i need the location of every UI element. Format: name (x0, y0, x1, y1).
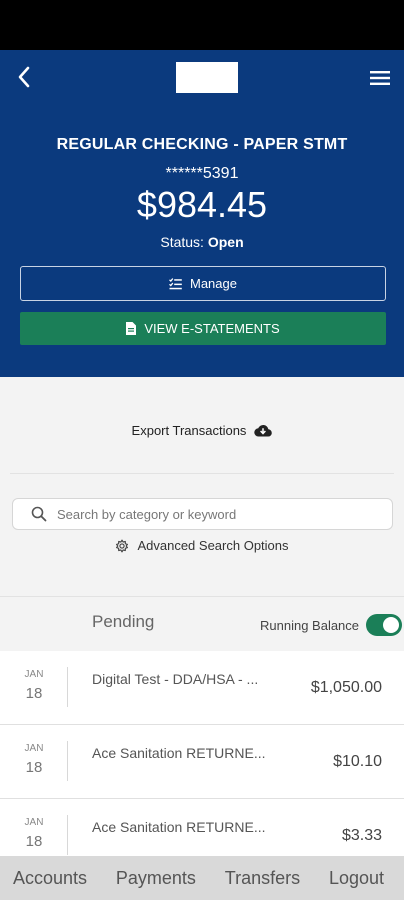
transaction-day: 18 (25, 759, 43, 776)
account-balance: $984.45 (136, 184, 268, 225)
gear-icon (116, 539, 129, 552)
transaction-description: Digital Test - DDA/HSA - ... (92, 671, 259, 687)
pending-section-header: Pending Running Balance (0, 596, 404, 650)
date-divider (67, 815, 68, 855)
search-icon (31, 506, 47, 522)
advanced-search-options-link[interactable]: Advanced Search Options (0, 538, 404, 553)
menu-button[interactable] (368, 66, 392, 90)
export-transactions-link[interactable]: Export Transactions (0, 423, 404, 438)
cloud-download-icon (254, 425, 273, 437)
manage-button[interactable]: Manage (20, 266, 386, 301)
nav-payments[interactable]: Payments (116, 868, 196, 889)
transaction-month: JAN (24, 817, 44, 828)
transaction-month: JAN (24, 669, 44, 680)
toggle-knob (383, 617, 399, 633)
bank-logo (176, 62, 238, 93)
account-number: ******5391 (165, 165, 239, 182)
manage-label: Manage (190, 276, 237, 291)
account-status: Status: Open (0, 234, 404, 250)
transaction-list: JAN 18 Digital Test - DDA/HSA - ... $1,0… (0, 651, 404, 873)
date-divider (67, 667, 68, 707)
pending-label: Pending (92, 612, 155, 631)
view-estatements-label: VIEW E-STATEMENTS (144, 321, 280, 336)
status-label: Status: (160, 234, 204, 250)
transaction-day: 18 (25, 685, 43, 702)
transaction-amount: $10.10 (333, 753, 382, 770)
date-divider (67, 741, 68, 781)
running-balance-toggle[interactable] (366, 614, 402, 636)
running-balance-label: Running Balance (260, 618, 360, 633)
transaction-description: Ace Sanitation RETURNE... (92, 745, 266, 761)
transaction-description: Ace Sanitation RETURNE... (92, 819, 266, 835)
status-bar (0, 0, 404, 50)
hamburger-menu-icon (370, 71, 390, 85)
status-value: Open (207, 234, 244, 250)
transaction-amount: $3.33 (341, 827, 382, 844)
transaction-row[interactable]: JAN 18 Ace Sanitation RETURNE... $10.10 (0, 725, 404, 799)
transaction-day: 18 (25, 833, 43, 850)
checklist-icon (169, 277, 182, 289)
document-icon (126, 322, 137, 335)
nav-logout[interactable]: Logout (329, 868, 384, 889)
view-estatements-button[interactable]: VIEW E-STATEMENTS (20, 312, 386, 345)
back-button[interactable] (12, 64, 36, 90)
account-header: REGULAR CHECKING - PAPER STMT ******5391… (0, 50, 404, 377)
bottom-navigation: Accounts Payments Transfers Logout (0, 856, 404, 900)
nav-accounts[interactable]: Accounts (13, 868, 87, 889)
divider (10, 473, 394, 474)
account-name: REGULAR CHECKING - PAPER STMT (56, 136, 348, 153)
chevron-left-icon (18, 66, 30, 88)
search-input[interactable] (57, 506, 357, 522)
nav-transfers[interactable]: Transfers (225, 868, 300, 889)
search-bar[interactable] (12, 498, 393, 530)
transaction-month: JAN (24, 743, 44, 754)
advanced-search-label: Advanced Search Options (137, 538, 289, 553)
export-transactions-label: Export Transactions (131, 423, 247, 438)
transaction-amount: $1,050.00 (310, 679, 382, 696)
transaction-row[interactable]: JAN 18 Digital Test - DDA/HSA - ... $1,0… (0, 651, 404, 725)
